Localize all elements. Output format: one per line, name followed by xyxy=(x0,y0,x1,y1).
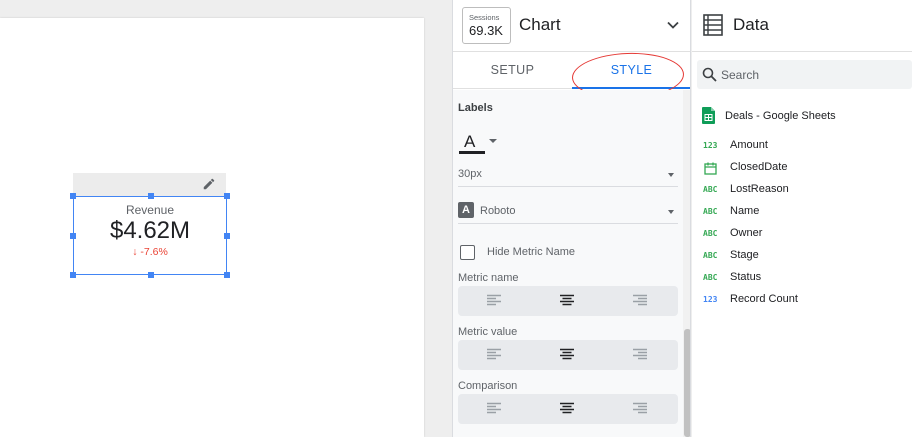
field-name: Status xyxy=(730,271,762,283)
caret-down-icon[interactable] xyxy=(489,139,497,143)
text-type-icon: ABC xyxy=(703,185,718,194)
metric-value-label: Metric value xyxy=(458,326,518,338)
text-type-icon: ABC xyxy=(703,273,718,282)
scorecard-metric-value: $4.62M xyxy=(109,217,191,244)
search-input[interactable] xyxy=(721,64,906,85)
tab-setup[interactable]: SETUP xyxy=(453,53,572,89)
chevron-down-icon[interactable] xyxy=(666,18,680,32)
font-color-button[interactable]: A xyxy=(459,132,485,154)
scorecard-metric-name: Revenue xyxy=(125,203,175,217)
tab-style[interactable]: STYLE xyxy=(572,53,690,89)
chart-type-thumbnail[interactable]: Sessions 69.3K xyxy=(462,7,511,44)
font-family-icon: A xyxy=(458,202,474,218)
field-name: Record Count xyxy=(730,293,798,305)
properties-header: Sessions 69.3K Chart xyxy=(453,0,690,52)
number-type-icon: 123 xyxy=(703,141,718,150)
field-name: Name xyxy=(730,205,760,217)
data-panel-title: Data xyxy=(733,15,769,34)
data-source-name: Deals - Google Sheets xyxy=(725,110,836,122)
resize-handle-sw[interactable] xyxy=(70,272,76,278)
field-name: Amount xyxy=(730,139,768,151)
scrollbar-thumb[interactable] xyxy=(684,329,690,437)
thumbnail-value: 69.3K xyxy=(469,23,503,38)
thumbnail-label: Sessions xyxy=(469,13,500,22)
field-item[interactable]: ClosedDate xyxy=(702,159,907,179)
align-left-icon xyxy=(487,348,501,360)
field-item[interactable]: ABC LostReason xyxy=(702,181,907,201)
align-center-button[interactable] xyxy=(531,340,604,370)
align-center-icon xyxy=(560,348,574,360)
align-left-icon xyxy=(487,402,501,414)
data-panel: Data Deals - Google Sheets 123 Amount Clos… xyxy=(692,0,912,437)
align-right-icon xyxy=(633,294,647,306)
caret-down-icon xyxy=(668,210,674,214)
align-left-icon xyxy=(487,294,501,306)
resize-handle-nw[interactable] xyxy=(70,193,76,199)
resize-handle-ne[interactable] xyxy=(224,193,230,199)
field-search-box[interactable] xyxy=(697,60,912,89)
field-item[interactable]: ABC Name xyxy=(702,203,907,223)
text-type-icon: ABC xyxy=(703,251,718,260)
chart-properties-panel: Sessions 69.3K Chart SETUP STYLE Labels … xyxy=(452,0,691,437)
align-left-button[interactable] xyxy=(458,394,531,424)
text-type-icon: ABC xyxy=(703,229,718,238)
style-options: Labels A 30px A Roboto Hide Metric Name … xyxy=(453,90,690,437)
date-type-icon xyxy=(704,162,717,175)
data-panel-header: Data xyxy=(692,0,912,52)
scorecard-comparison: ↓ -7.6% xyxy=(132,246,168,258)
search-icon xyxy=(702,67,717,82)
align-center-icon xyxy=(560,402,574,414)
align-right-icon xyxy=(633,348,647,360)
field-name: ClosedDate xyxy=(730,161,788,173)
resize-handle-e[interactable] xyxy=(224,233,230,239)
google-sheets-icon xyxy=(702,107,715,124)
metric-value-alignment xyxy=(458,340,678,370)
align-right-button[interactable] xyxy=(604,394,677,424)
resize-handle-s[interactable] xyxy=(148,272,154,278)
chart-type-title: Chart xyxy=(519,15,561,34)
align-center-button[interactable] xyxy=(531,394,604,424)
caret-down-icon xyxy=(668,173,674,177)
field-name: Owner xyxy=(730,227,763,239)
align-right-button[interactable] xyxy=(604,340,677,370)
metric-name-label: Metric name xyxy=(458,272,519,284)
field-item[interactable]: ABC Status xyxy=(702,269,907,289)
align-center-button[interactable] xyxy=(531,286,604,316)
font-size-select[interactable]: 30px xyxy=(458,163,678,187)
field-item[interactable]: 123 Record Count xyxy=(702,291,907,311)
resize-handle-se[interactable] xyxy=(224,272,230,278)
text-type-icon: ABC xyxy=(703,207,718,216)
hide-metric-name-label: Hide Metric Name xyxy=(487,246,576,258)
labels-section-title: Labels xyxy=(458,102,493,114)
field-item[interactable]: ABC Stage xyxy=(702,247,907,267)
data-source-item[interactable]: Deals - Google Sheets xyxy=(702,106,907,126)
font-family-select[interactable]: A Roboto xyxy=(458,200,678,224)
metric-name-alignment xyxy=(458,286,678,316)
comparison-alignment xyxy=(458,394,678,424)
field-name: LostReason xyxy=(730,183,789,195)
field-item[interactable]: ABC Owner xyxy=(702,225,907,245)
align-left-button[interactable] xyxy=(458,286,531,316)
align-right-icon xyxy=(633,402,647,414)
font-color-swatch xyxy=(459,151,485,154)
font-size-value: 30px xyxy=(458,168,482,180)
field-name: Stage xyxy=(730,249,759,261)
hide-metric-name-checkbox[interactable] xyxy=(460,245,475,260)
number-type-icon: 123 xyxy=(703,295,718,304)
text-color-icon: A xyxy=(464,132,476,151)
database-table-icon xyxy=(703,14,723,36)
scorecard-chart[interactable]: Revenue $4.62M ↓ -7.6% xyxy=(70,193,230,278)
align-center-icon xyxy=(560,294,574,306)
align-right-button[interactable] xyxy=(604,286,677,316)
edit-pencil-icon[interactable] xyxy=(202,177,216,191)
comparison-label: Comparison xyxy=(458,380,518,392)
active-tab-indicator xyxy=(572,87,690,89)
font-family-value: Roboto xyxy=(480,205,516,217)
align-left-button[interactable] xyxy=(458,340,531,370)
field-item[interactable]: 123 Amount xyxy=(702,137,907,157)
resize-handle-n[interactable] xyxy=(148,193,154,199)
resize-handle-w[interactable] xyxy=(70,233,76,239)
properties-tabs: SETUP STYLE xyxy=(453,53,690,89)
